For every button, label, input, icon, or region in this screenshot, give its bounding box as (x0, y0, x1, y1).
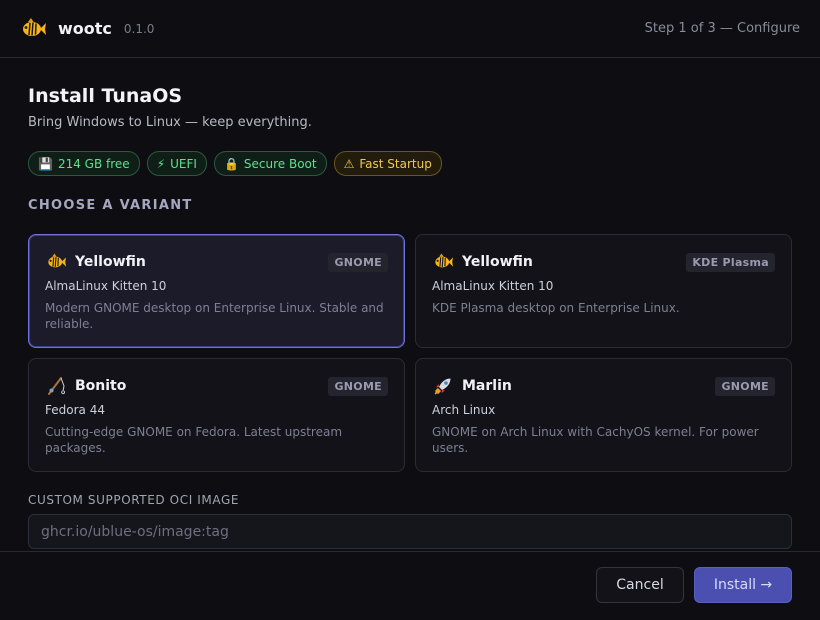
variant-description: Modern GNOME desktop on Enterprise Linux… (45, 301, 384, 331)
badge-label: UEFI (170, 156, 197, 171)
oci-image-input[interactable] (28, 514, 792, 549)
card-header: Bonito GNOME (45, 375, 388, 397)
footer-bar: Cancel Install → (0, 551, 820, 620)
card-header: Marlin GNOME (432, 375, 775, 397)
card-header: Yellowfin GNOME (45, 251, 388, 273)
variant-base-os: AlmaLinux Kitten 10 (432, 279, 554, 293)
variant-name: Yellowfin (462, 254, 533, 270)
variant-name: Bonito (75, 378, 127, 394)
badge-label: Fast Startup (359, 156, 432, 171)
variant-description: GNOME on Arch Linux with CachyOS kernel.… (432, 425, 759, 455)
page-title: Install TunaOS (28, 85, 183, 107)
secure-boot-badge: 🔒 Secure Boot (213, 151, 327, 176)
variant-section-label: CHOOSE A VARIANT (28, 198, 193, 213)
variant-description: KDE Plasma desktop on Enterprise Linux. (432, 301, 680, 315)
disk-space-badge: 💾 214 GB free (28, 151, 140, 176)
fast-startup-badge: ⚠ Fast Startup (333, 151, 442, 176)
variant-base-os: Fedora 44 (45, 403, 105, 417)
app-version: 0.1.0 (123, 21, 155, 36)
fishing-pole-icon (45, 375, 67, 397)
app-name: wootc (58, 19, 112, 38)
badge-label: Secure Boot (243, 156, 317, 171)
oci-image-label: CUSTOM SUPPORTED OCI IMAGE (28, 493, 240, 507)
desktop-tag: GNOME (328, 252, 388, 272)
install-button[interactable]: Install → (694, 567, 792, 603)
floppy-disk-icon: 💾 (38, 156, 53, 171)
uefi-badge: ⚡ UEFI (146, 151, 207, 176)
variant-name: Yellowfin (75, 254, 146, 270)
system-status-badges: 💾 214 GB free ⚡ UEFI 🔒 Secure Boot ⚠ Fas… (28, 151, 792, 176)
variant-base-os: Arch Linux (432, 403, 496, 417)
card-header: Yellowfin KDE Plasma (432, 251, 775, 273)
app-header: wootc 0.1.0 Step 1 of 3 — Configure (0, 0, 820, 58)
desktop-tag: GNOME (715, 376, 775, 396)
variant-name: Marlin (462, 378, 512, 394)
lightning-icon: ⚡ (156, 156, 166, 171)
variant-base-os: AlmaLinux Kitten 10 (45, 279, 167, 293)
tuna-fish-icon (20, 16, 46, 42)
variant-card-yellowfin-gnome[interactable]: Yellowfin GNOME AlmaLinux Kitten 10 Mode… (28, 234, 405, 348)
cancel-button[interactable]: Cancel (596, 567, 684, 603)
variant-card-bonito[interactable]: Bonito GNOME Fedora 44 Cutting-edge GNOM… (28, 358, 405, 472)
tropical-fish-icon (432, 251, 454, 273)
badge-label: 214 GB free (57, 156, 130, 171)
main-content: Install TunaOS Bring Windows to Linux — … (28, 58, 792, 549)
warning-icon: ⚠ (343, 156, 355, 171)
variant-description: Cutting-edge GNOME on Fedora. Latest ups… (45, 425, 343, 455)
variant-grid: Yellowfin GNOME AlmaLinux Kitten 10 Mode… (28, 234, 792, 472)
tropical-fish-icon (45, 251, 67, 273)
lock-icon: 🔒 (223, 156, 239, 171)
variant-card-marlin[interactable]: Marlin GNOME Arch Linux GNOME on Arch Li… (415, 358, 792, 472)
desktop-tag: GNOME (328, 376, 388, 396)
step-indicator: Step 1 of 3 — Configure (644, 21, 800, 36)
page-subtitle: Bring Windows to Linux — keep everything… (28, 115, 312, 130)
rocket-icon (432, 375, 454, 397)
desktop-tag: KDE Plasma (686, 252, 775, 272)
variant-card-yellowfin-kde[interactable]: Yellowfin KDE Plasma AlmaLinux Kitten 10… (415, 234, 792, 348)
